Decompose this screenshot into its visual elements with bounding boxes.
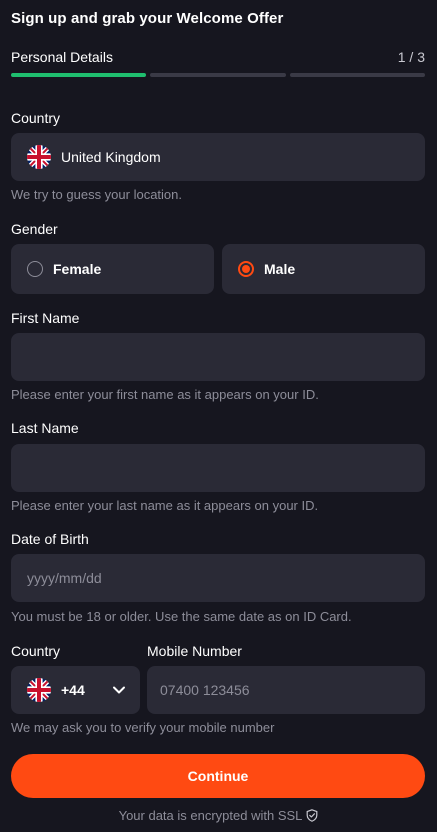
chevron-down-icon	[113, 686, 125, 694]
mobile-number-input[interactable]: 07400 123456	[147, 666, 425, 714]
dob-input[interactable]: yyyy/mm/dd	[11, 554, 425, 602]
step-label: Personal Details	[11, 49, 113, 65]
ssl-text: Your data is encrypted with SSL	[118, 808, 303, 823]
page-title: Sign up and grab your Welcome Offer	[11, 10, 284, 27]
gender-option-female[interactable]: Female	[11, 244, 214, 294]
progress-segment-2	[150, 73, 286, 77]
gender-label: Gender	[11, 221, 58, 237]
radio-unchecked-icon	[27, 261, 43, 277]
phone-country-label: Country	[11, 643, 61, 659]
ssl-notice: Your data is encrypted with SSL	[0, 808, 437, 823]
country-label: Country	[11, 110, 61, 126]
phone-row: +44 07400 123456	[11, 666, 425, 714]
gender-option-male[interactable]: Male	[222, 244, 425, 294]
step-header: Personal Details 1 / 3	[11, 49, 425, 65]
gender-option-label: Female	[53, 261, 102, 277]
country-value: United Kingdom	[61, 149, 161, 165]
first-name-input[interactable]	[11, 333, 425, 381]
mobile-number-placeholder: 07400 123456	[160, 682, 250, 698]
progress-segment-1	[11, 73, 147, 77]
last-name-label: Last Name	[11, 420, 79, 436]
last-name-input[interactable]	[11, 444, 425, 492]
mobile-hint: We may ask you to verify your mobile num…	[11, 720, 275, 735]
uk-flag-icon	[27, 678, 51, 702]
uk-flag-icon	[27, 145, 51, 169]
step-counter: 1 / 3	[397, 49, 425, 65]
country-code-value: +44	[61, 682, 85, 698]
country-hint: We try to guess your location.	[11, 187, 183, 202]
last-name-hint: Please enter your last name as it appear…	[11, 498, 319, 513]
dob-hint: You must be 18 or older. Use the same da…	[11, 609, 352, 624]
first-name-label: First Name	[11, 310, 80, 326]
shield-check-icon	[306, 809, 318, 822]
gender-options: Female Male	[11, 244, 425, 294]
dob-label: Date of Birth	[11, 531, 89, 547]
step-progress-bar	[11, 73, 425, 77]
gender-option-label: Male	[264, 261, 296, 277]
mobile-number-label: Mobile Number	[147, 643, 242, 659]
country-select[interactable]: United Kingdom	[11, 133, 425, 181]
first-name-hint: Please enter your first name as it appea…	[11, 387, 319, 402]
progress-segment-3	[289, 73, 425, 77]
signup-page: Sign up and grab your Welcome Offer Pers…	[0, 0, 437, 832]
radio-checked-icon	[238, 261, 254, 277]
dob-placeholder: yyyy/mm/dd	[27, 570, 102, 586]
country-code-select[interactable]: +44	[11, 666, 140, 714]
continue-button[interactable]: Continue	[11, 754, 425, 798]
